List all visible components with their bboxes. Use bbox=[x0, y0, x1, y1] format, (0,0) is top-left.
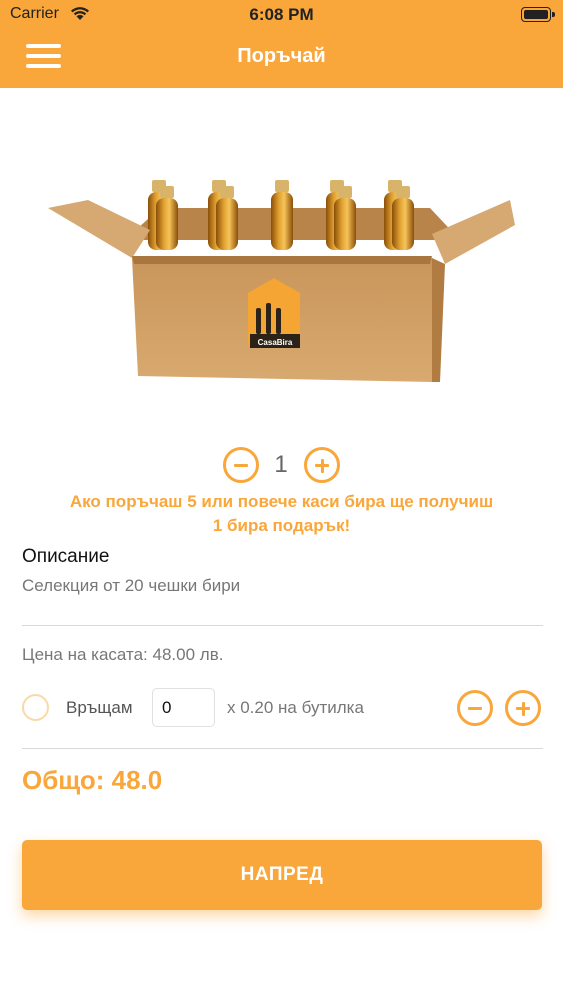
promo-message: Ако поръчаш 5 или повече каси бира ще по… bbox=[10, 490, 553, 538]
quantity-stepper: 1 bbox=[0, 447, 563, 483]
next-button-label: НАПРЕД bbox=[240, 864, 324, 885]
promo-line-1: Ако поръчаш 5 или повече каси бира ще по… bbox=[69, 492, 494, 511]
order-total: Общо: 48.0 bbox=[22, 765, 163, 795]
return-minus-circle-icon[interactable] bbox=[457, 690, 493, 726]
divider bbox=[22, 625, 543, 626]
battery-icon bbox=[521, 7, 555, 22]
page-title: Поръчай bbox=[237, 45, 326, 67]
plus-circle-icon[interactable] bbox=[304, 447, 340, 483]
next-button[interactable]: НАПРЕД bbox=[22, 840, 542, 910]
return-bottles-radio[interactable] bbox=[22, 694, 49, 721]
divider bbox=[22, 748, 543, 749]
return-bottles-input[interactable] bbox=[152, 688, 215, 727]
clock: 6:08 PM bbox=[249, 5, 314, 24]
quantity-value: 1 bbox=[274, 451, 288, 478]
status-bar: Carrier 6:08 PM bbox=[0, 0, 563, 30]
svg-text:CasaBira: CasaBira bbox=[258, 338, 293, 347]
crate-price: Цена на касата: 48.00 лв. bbox=[22, 645, 224, 664]
minus-circle-icon[interactable] bbox=[223, 447, 259, 483]
navigation-header: Carrier 6:08 PM Поръчай bbox=[0, 0, 563, 88]
product-image: CasaBira bbox=[48, 180, 515, 382]
description-text: Селекция от 20 чешки бири bbox=[22, 576, 241, 595]
return-bottles-label: Връщам bbox=[66, 698, 133, 717]
per-bottle-price: x 0.20 на бутилка bbox=[227, 698, 364, 717]
description-label: Описание bbox=[22, 546, 110, 567]
promo-line-2: 1 бира подарък! bbox=[212, 516, 351, 535]
return-plus-circle-icon[interactable] bbox=[505, 690, 541, 726]
